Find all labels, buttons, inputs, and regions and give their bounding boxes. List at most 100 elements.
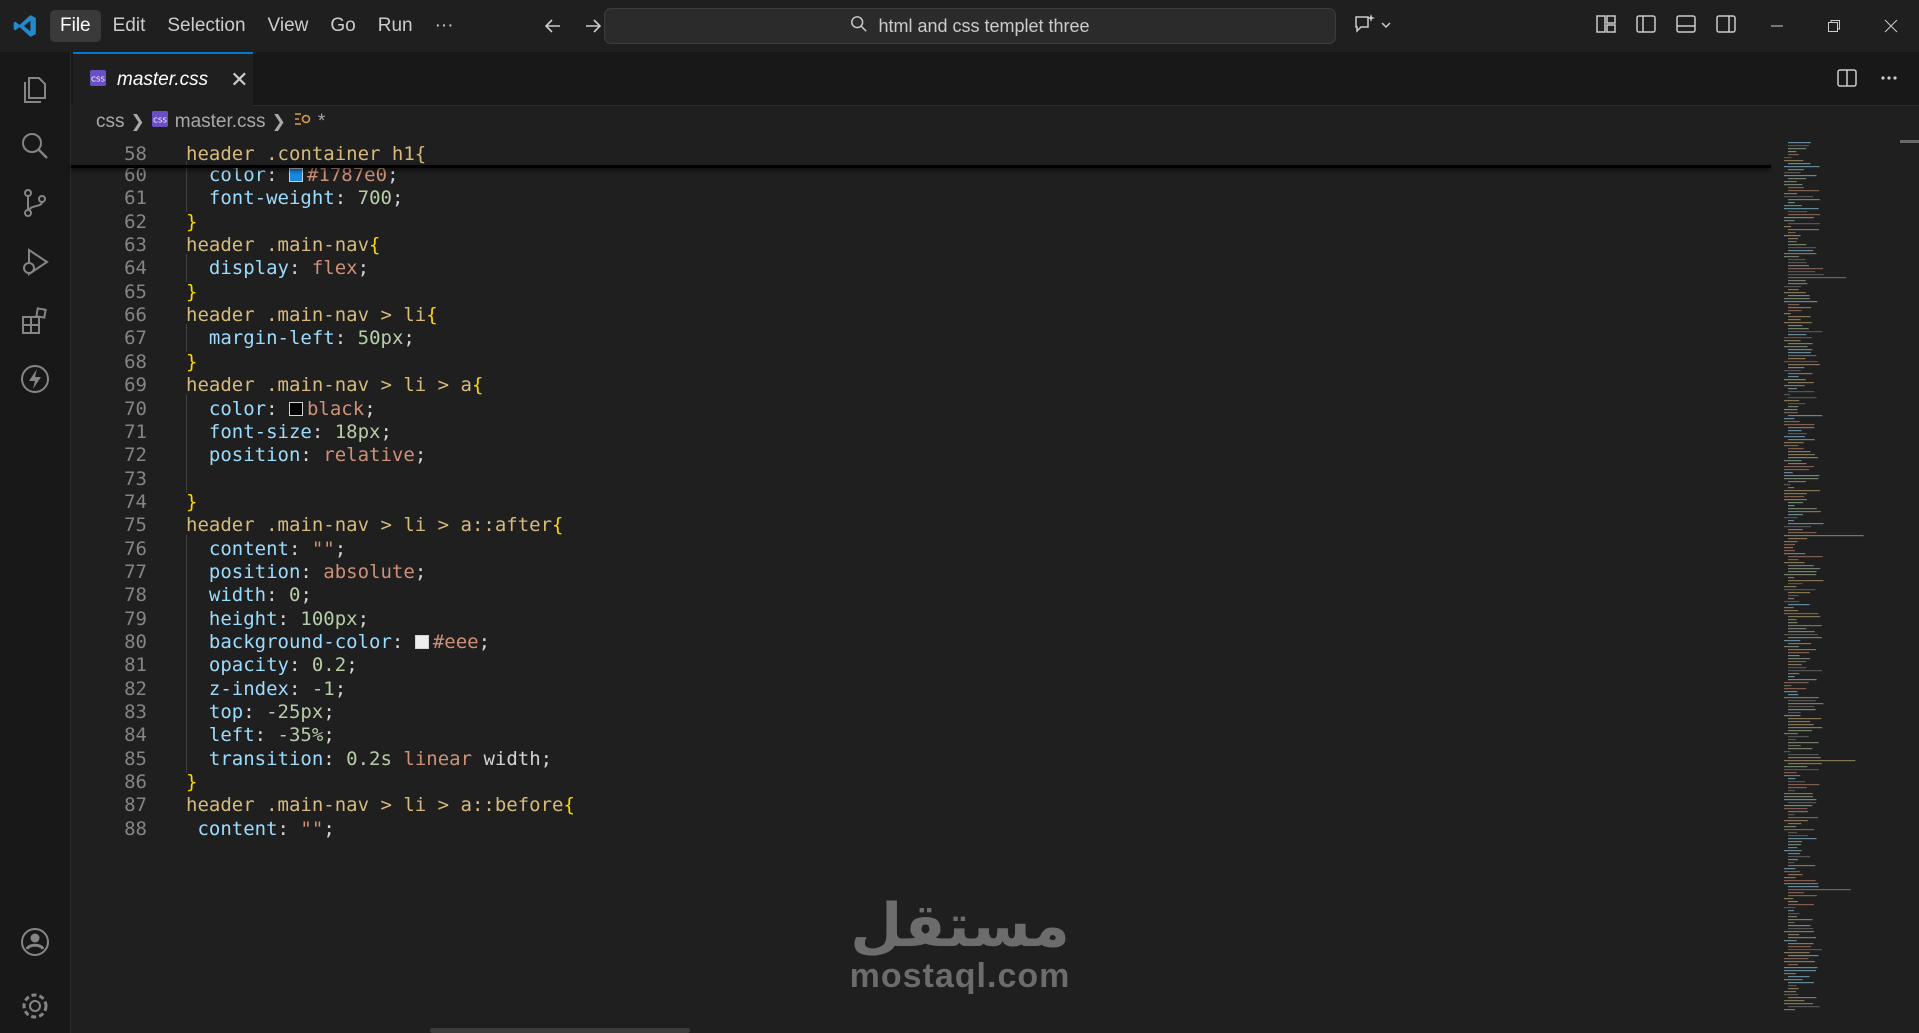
minimap-line — [1784, 172, 1801, 174]
menu-run[interactable]: Run — [368, 10, 423, 42]
toggle-secondary-sidebar-icon[interactable] — [1714, 12, 1740, 38]
code-line[interactable]: 88 content: ""; — [71, 815, 1771, 843]
tab-master-css[interactable]: CSS master.css ✕ — [73, 52, 253, 106]
minimap-line — [1788, 508, 1817, 510]
code-text: left: -35%; — [186, 724, 335, 746]
minimap-line — [1788, 382, 1814, 384]
extensions-icon[interactable] — [16, 302, 54, 340]
color-swatch[interactable] — [414, 635, 429, 649]
toggle-primary-sidebar-icon[interactable] — [1634, 12, 1660, 38]
code-text: font-weight: 700; — [186, 187, 404, 209]
minimap-line — [1788, 730, 1813, 732]
code-token: } — [186, 350, 198, 373]
minimize-icon[interactable] — [1748, 0, 1805, 52]
minimap-line — [1788, 463, 1807, 465]
customize-layout-icon[interactable] — [1594, 12, 1620, 38]
menu-more[interactable]: ··· — [425, 10, 464, 42]
sticky-scroll-divider — [71, 165, 1771, 168]
copilot-chat-button[interactable] — [1352, 12, 1392, 41]
minimap-line — [1788, 781, 1806, 783]
minimap-line — [1788, 904, 1814, 906]
minimap-line — [1788, 622, 1798, 624]
code-token: { — [369, 234, 381, 257]
settings-icon[interactable] — [16, 987, 54, 1025]
minimap-line — [1788, 811, 1808, 813]
restore-icon[interactable] — [1805, 0, 1862, 52]
minimap-line — [1784, 646, 1799, 648]
code-token: ; — [357, 257, 370, 280]
close-window-icon[interactable] — [1862, 0, 1919, 52]
search-text: html and css templet three — [878, 15, 1090, 36]
minimap[interactable] — [1780, 140, 1910, 1020]
close-tab-icon[interactable]: ✕ — [230, 69, 248, 91]
code-token: #eee — [432, 631, 479, 653]
minimap-line — [1788, 790, 1795, 792]
color-swatch[interactable] — [288, 168, 303, 182]
line-number: 74 — [124, 490, 147, 513]
minimap-line — [1784, 991, 1797, 993]
minimap-line — [1788, 142, 1811, 144]
horizontal-scrollbar[interactable] — [430, 1028, 690, 1033]
minimap-line — [1784, 760, 1856, 762]
minimap-line — [1784, 208, 1819, 210]
minimap-line — [1788, 211, 1808, 213]
minimap-line — [1788, 280, 1806, 282]
minimap-line — [1788, 289, 1799, 291]
minimap-line — [1784, 799, 1817, 801]
more-actions-icon[interactable] — [1879, 68, 1899, 93]
menu-view[interactable]: View — [258, 10, 319, 42]
minimap-line — [1788, 388, 1797, 390]
minimap-line — [1784, 400, 1800, 402]
line-number: 85 — [124, 747, 147, 770]
back-arrow-icon[interactable] — [540, 13, 566, 39]
code-token: : — [300, 444, 324, 467]
command-center-search[interactable]: html and css templet three — [604, 8, 1336, 44]
minimap-line — [1788, 514, 1803, 516]
account-icon[interactable] — [16, 923, 54, 961]
color-swatch[interactable] — [288, 401, 303, 416]
forward-arrow-icon[interactable] — [580, 13, 606, 39]
code-token: 0.2 — [311, 654, 347, 677]
minimap-line — [1784, 697, 1819, 699]
minimap-line — [1784, 607, 1794, 609]
minimap-line — [1784, 193, 1798, 195]
code-token: margin-left — [208, 327, 335, 350]
minimap-line — [1788, 502, 1804, 504]
run-debug-icon[interactable] — [16, 243, 54, 281]
minimap-line — [1788, 451, 1811, 453]
minimap-line — [1788, 754, 1819, 756]
split-editor-icon[interactable] — [1835, 66, 1859, 95]
code-token: position — [208, 444, 301, 467]
window-controls — [1748, 0, 1919, 52]
menu-file[interactable]: File — [50, 10, 101, 42]
minimap-line — [1788, 628, 1807, 630]
lightning-icon[interactable] — [16, 360, 54, 398]
minimap-line — [1788, 865, 1816, 867]
minimap-line — [1788, 148, 1807, 150]
menu-edit[interactable]: Edit — [103, 10, 156, 42]
minimap-line — [1788, 817, 1819, 819]
minimap-line — [1788, 199, 1820, 201]
menu-selection[interactable]: Selection — [157, 10, 255, 42]
scrollbar-thumb[interactable] — [1900, 140, 1919, 143]
code-editor[interactable]: 58 header .container h1{ 60 color: #1787… — [71, 140, 1771, 1020]
breadcrumb-file[interactable]: master.css — [175, 111, 266, 133]
code-token: width; — [472, 747, 553, 770]
search-icon[interactable] — [16, 127, 54, 165]
line-number: 67 — [124, 327, 147, 350]
minimap-line — [1784, 682, 1809, 684]
minimap-line — [1788, 316, 1811, 318]
minimap-line — [1788, 655, 1800, 657]
source-control-icon[interactable] — [16, 184, 54, 222]
breadcrumb-symbol[interactable]: * — [318, 111, 325, 133]
code-token: : — [254, 724, 278, 747]
toggle-panel-icon[interactable] — [1674, 12, 1700, 38]
minimap-line — [1784, 196, 1813, 198]
explorer-icon[interactable] — [16, 69, 54, 107]
breadcrumb-folder[interactable]: css — [96, 111, 125, 133]
minimap-line — [1788, 985, 1797, 987]
menu-go[interactable]: Go — [320, 10, 365, 42]
